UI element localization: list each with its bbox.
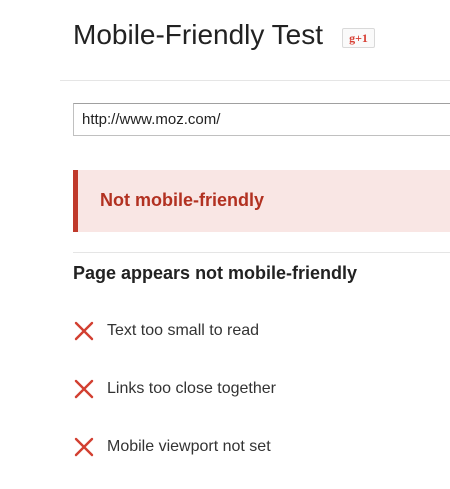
- result-banner: Not mobile-friendly: [73, 170, 450, 232]
- x-icon: [73, 320, 95, 342]
- x-icon: [73, 436, 95, 458]
- url-input[interactable]: [73, 103, 450, 136]
- issue-item: Mobile viewport not set: [73, 435, 271, 459]
- issue-label: Links too close together: [107, 380, 276, 397]
- x-icon: [73, 378, 95, 400]
- header-divider: [60, 80, 450, 81]
- google-plus-one-button[interactable]: g+1: [342, 28, 375, 48]
- issue-label: Mobile viewport not set: [107, 438, 271, 455]
- result-status-text: Not mobile-friendly: [100, 190, 265, 210]
- details-heading: Page appears not mobile-friendly: [73, 263, 358, 283]
- section-divider: [73, 252, 450, 253]
- issue-item: Links too close together: [73, 377, 276, 401]
- issue-label: Text too small to read: [107, 322, 260, 339]
- issue-item: Text too small to read: [73, 319, 259, 343]
- page-title: Mobile-Friendly Test: [73, 19, 324, 50]
